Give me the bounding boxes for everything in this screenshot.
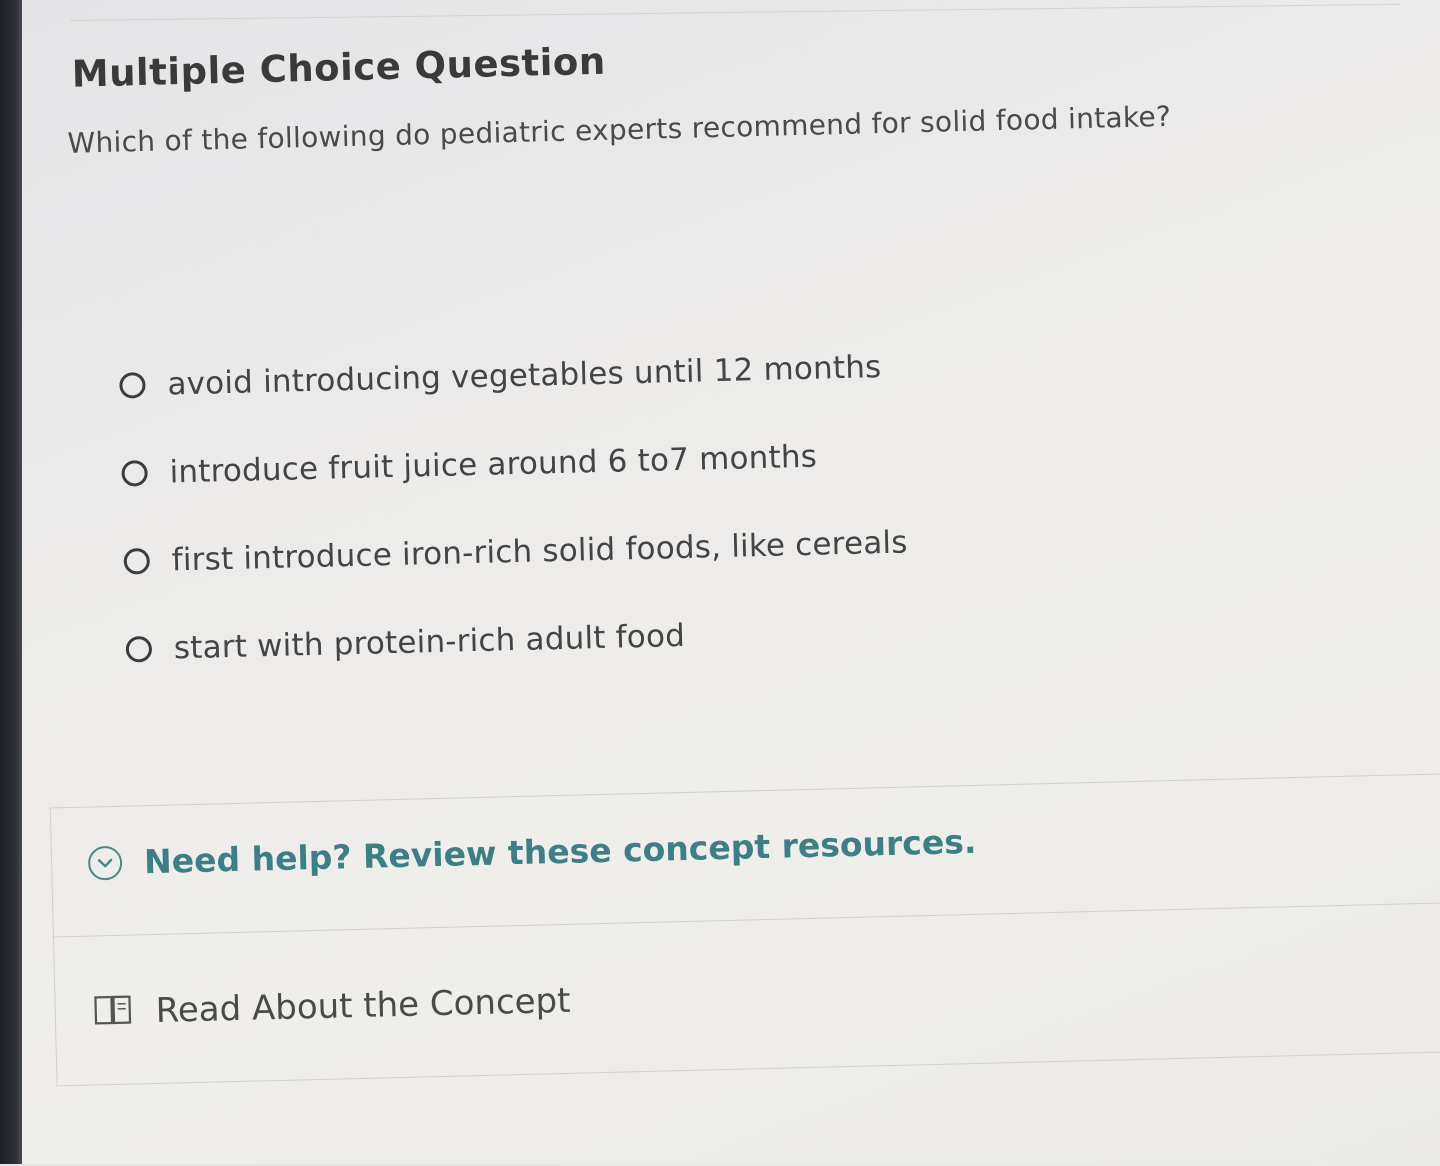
answer-option-label: start with protein-rich adult food [173, 618, 685, 666]
answer-option-label: introduce fruit juice around 6 to7 month… [169, 439, 817, 491]
help-toggle[interactable]: Need help? Review these concept resource… [88, 822, 977, 883]
answer-option-label: first introduce iron-rich solid foods, l… [171, 524, 908, 578]
question-type-heading: Multiple Choice Question [71, 40, 606, 96]
radio-button[interactable] [119, 372, 146, 399]
help-toggle-label: Need help? Review these concept resource… [144, 822, 977, 881]
answer-options: avoid introducing vegetables until 12 mo… [118, 320, 1026, 694]
answer-option-label: avoid introducing vegetables until 12 mo… [167, 349, 882, 402]
chevron-down-circle-icon [88, 845, 123, 880]
device-bezel [0, 0, 22, 1164]
read-about-concept-link[interactable]: Read About the Concept [93, 981, 571, 1033]
radio-button[interactable] [121, 460, 148, 487]
question-content: Multiple Choice Question Which of the fo… [20, 0, 1440, 1166]
read-about-concept-label: Read About the Concept [155, 981, 571, 1031]
radio-button[interactable] [123, 548, 150, 575]
radio-button[interactable] [126, 636, 153, 663]
question-prompt: Which of the following do pediatric expe… [67, 100, 1171, 160]
question-panel: Multiple Choice Question Which of the fo… [22, 0, 1440, 1164]
book-icon [93, 994, 132, 1031]
